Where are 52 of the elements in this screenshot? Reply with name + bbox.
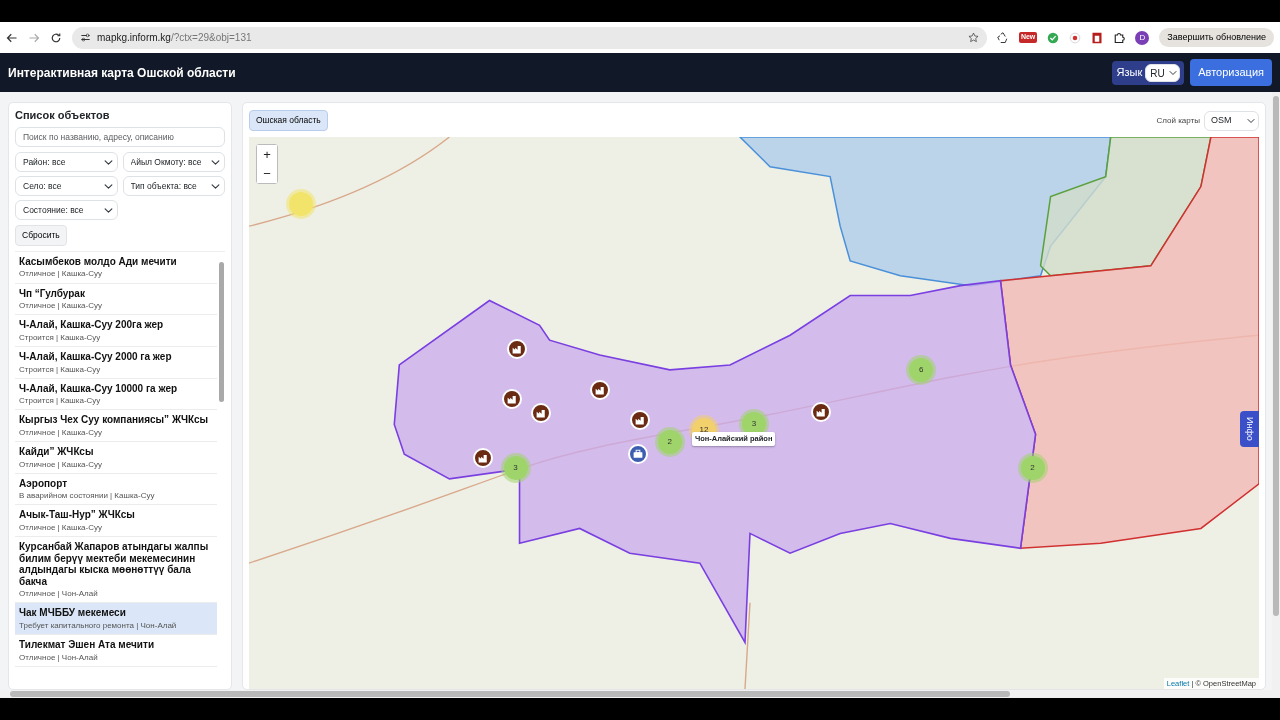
scrollbar-thumb[interactable]	[10, 691, 1010, 697]
layer-select[interactable]: OSM	[1204, 110, 1259, 131]
factory-icon	[506, 393, 517, 404]
filter-select[interactable]: Тип объекта: все	[122, 176, 225, 197]
object-list-item[interactable]: Ч-Алай, Кашка-Суу 2000 га жер Строится | Кашка-Суу	[15, 347, 217, 379]
record-icon[interactable]	[1069, 31, 1082, 44]
login-button[interactable]: Авторизация	[1190, 59, 1272, 86]
object-list-item[interactable]: Кайди” ЖЧКсы Отличное | Кашка-Суу	[15, 442, 217, 474]
site-settings-icon	[80, 32, 91, 43]
info-tab[interactable]: Инфо	[1239, 411, 1259, 447]
object-list-item[interactable]: Ачык-Таш-Нур” ЖЧКсы Отличное | Кашка-Суу	[15, 505, 217, 538]
language-select[interactable]: RU	[1145, 63, 1181, 82]
factory-icon	[478, 453, 489, 464]
check-circle-icon[interactable]	[1047, 31, 1060, 44]
filter-select[interactable]: Айыл Окмоту: все	[122, 152, 225, 173]
language-label: Язык	[1116, 65, 1143, 81]
district-polygon[interactable]	[999, 137, 1259, 550]
scrollbar-thumb[interactable]	[219, 261, 224, 402]
layer-label: Слой карты	[1156, 114, 1200, 127]
object-list-item[interactable]: Ч-Алай, Кашка-Суу 200га жер Строится | Кашка-Суу	[15, 315, 217, 347]
back-arrow-icon[interactable]	[6, 31, 18, 44]
factory-icon	[634, 415, 645, 426]
recycle-icon[interactable]	[996, 31, 1009, 44]
profile-avatar[interactable]: D	[1135, 30, 1150, 45]
object-list-item[interactable]: Ч-Алай, Кашка-Суу 10000 га жер Строится | Кашка-Суу	[15, 378, 217, 411]
bookmark-box-icon[interactable]	[1091, 31, 1104, 44]
puzzle-icon[interactable]	[1113, 31, 1126, 44]
object-list-item[interactable]: Чп “Гулбурак Отличное | Кашка-Суу	[15, 283, 217, 316]
object-list-item[interactable]: Аэропорт В аварийном состоянии | Кашка-Суу	[15, 473, 217, 506]
object-list-item[interactable]: Касымбеков молдо Ади мечити Отличное | Кашка-Суу	[15, 251, 217, 284]
reload-icon[interactable]	[50, 31, 62, 44]
page-title: Интерактивная карта Ошской области	[8, 64, 237, 82]
object-list-item[interactable]: Тилекмат Эшен Ата мечити Отличное | Чон-Алай	[15, 635, 217, 667]
briefcase-icon	[632, 449, 643, 460]
factory-icon	[511, 344, 522, 355]
filter-select[interactable]: Состояние: все	[15, 200, 118, 221]
factory-icon	[535, 407, 546, 418]
star-icon[interactable]	[967, 32, 979, 43]
filter-select[interactable]: Район: все	[15, 152, 118, 173]
factory-icon	[594, 384, 605, 395]
update-button[interactable]: Завершить обновление	[1159, 27, 1274, 48]
object-list-item[interactable]: Кыргыз Чех Суу компаниясы” ЖЧКсы Отличное | Кашка-Суу	[15, 410, 217, 443]
factory-icon	[816, 406, 827, 417]
url-text: mapkg.inform.kg/?ctx=29&obj=131	[97, 31, 252, 45]
scrollbar-thumb[interactable]	[1273, 96, 1279, 616]
search-field[interactable]: Поиск по названию, адресу, описанию	[15, 127, 225, 148]
region-button[interactable]: Ошская область	[249, 110, 328, 131]
filter-select[interactable]: Село: все	[15, 176, 118, 197]
object-list-item[interactable]: Чак МЧББУ мекемеси Требует капитального ремонта | Чон-Алай	[15, 603, 217, 635]
sidebar-title: Список объектов	[15, 109, 111, 123]
reset-button[interactable]: Сбросить	[15, 225, 67, 246]
address-bar[interactable]: mapkg.inform.kg/?ctx=29&obj=131	[72, 26, 987, 49]
